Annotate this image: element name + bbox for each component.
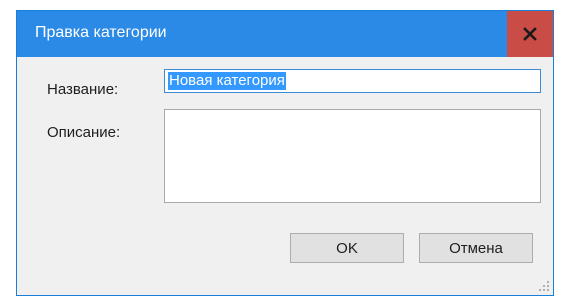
name-input-value: Новая категория: [168, 72, 286, 90]
name-label: Название:: [47, 81, 119, 98]
close-button[interactable]: [507, 11, 553, 57]
ok-button[interactable]: OK: [290, 233, 404, 263]
description-label: Описание:: [47, 124, 121, 141]
titlebar[interactable]: Правка категории: [17, 11, 553, 57]
window-title: Правка категории: [35, 24, 167, 41]
close-icon: [523, 27, 537, 41]
edit-category-dialog: Правка категории Название: Новая категор…: [16, 10, 554, 296]
cancel-button[interactable]: Отмена: [419, 233, 533, 263]
resize-grip-icon[interactable]: [538, 280, 550, 292]
name-input[interactable]: Новая категория: [164, 69, 541, 93]
description-textarea[interactable]: [164, 109, 541, 203]
